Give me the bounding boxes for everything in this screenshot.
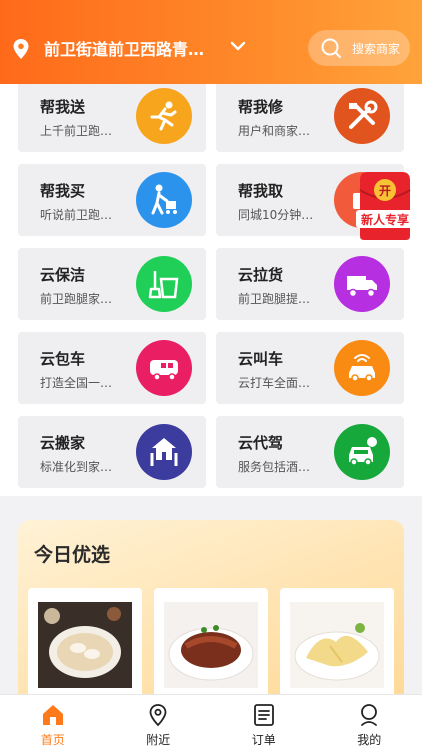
today-picks-section: 今日优选 <box>18 520 404 720</box>
tab-label: 订单 <box>251 733 276 747</box>
search-icon <box>321 38 341 58</box>
moving-house-icon <box>136 424 192 480</box>
service-title: 帮我取 <box>238 182 284 200</box>
service-card-yun-jiao-che[interactable]: 云叫车 云打车全面… <box>216 332 404 404</box>
service-card-bang-wo-song[interactable]: 帮我送 上千前卫跑… <box>18 80 206 152</box>
service-title: 帮我送 <box>40 98 86 116</box>
dumpling-soup-dish-icon <box>38 602 132 688</box>
service-title: 云拉货 <box>238 266 284 284</box>
service-card-yun-bao-jie[interactable]: 云保洁 前卫跑腿家… <box>18 248 206 320</box>
designated-driver-icon <box>334 424 390 480</box>
service-title: 帮我买 <box>40 182 86 200</box>
service-subtitle: 前卫跑腿家… <box>40 292 113 306</box>
service-card-yun-dai-jia[interactable]: 云代驾 服务包括酒… <box>216 416 404 488</box>
tab-home[interactable]: 首页 <box>0 695 106 750</box>
service-title: 云保洁 <box>40 266 86 284</box>
location-pin-icon <box>149 704 167 727</box>
tab-label: 附近 <box>146 733 171 747</box>
bus-icon <box>136 340 192 396</box>
bottom-tab-bar: 首页 附近 订单 我的 <box>0 694 422 750</box>
promo-open-text: 开 <box>379 184 391 198</box>
service-title: 云包车 <box>40 350 86 368</box>
home-icon <box>42 705 63 725</box>
service-title: 帮我修 <box>238 98 284 116</box>
truck-icon <box>334 256 390 312</box>
braised-pork-dish-icon <box>164 602 258 688</box>
service-subtitle: 用户和商家… <box>238 124 311 138</box>
chevron-down-icon[interactable] <box>230 40 246 52</box>
service-card-yun-bao-che[interactable]: 云包车 打造全国一… <box>18 332 206 404</box>
order-list-icon <box>253 704 274 726</box>
service-title: 云代驾 <box>238 434 284 452</box>
service-card-bang-wo-xiu[interactable]: 帮我修 用户和商家… <box>216 80 404 152</box>
header-bar: 前卫街道前卫西路青… 搜索商家 <box>0 0 422 84</box>
section-title: 今日优选 <box>34 544 111 566</box>
profile-icon <box>361 704 378 726</box>
tab-nearby[interactable]: 附近 <box>106 695 212 750</box>
service-card-bang-wo-mai[interactable]: 帮我买 听说前卫跑… <box>18 164 206 236</box>
current-location[interactable]: 前卫街道前卫西路青… <box>44 36 224 60</box>
service-subtitle: 前卫跑腿提… <box>238 292 311 306</box>
shopping-cart-icon <box>136 172 192 228</box>
pick-card[interactable] <box>154 588 268 698</box>
runner-icon <box>136 88 192 144</box>
new-user-promo-badge[interactable]: 开 新人专享 <box>356 170 414 242</box>
search-box[interactable]: 搜索商家 <box>308 30 410 66</box>
pick-card[interactable] <box>280 588 394 698</box>
chicken-dish-icon <box>290 602 384 688</box>
search-placeholder: 搜索商家 <box>352 41 401 56</box>
service-subtitle: 标准化到家… <box>40 460 113 474</box>
promo-label: 新人专享 <box>361 212 409 227</box>
service-card-yun-la-huo[interactable]: 云拉货 前卫跑腿提… <box>216 248 404 320</box>
tab-profile[interactable]: 我的 <box>317 695 422 750</box>
service-title: 云叫车 <box>238 350 284 368</box>
service-subtitle: 云打车全面… <box>238 376 311 390</box>
service-subtitle: 服务包括酒… <box>238 460 311 474</box>
service-subtitle: 打造全国一… <box>40 376 113 390</box>
service-subtitle: 同城10分钟… <box>238 208 314 222</box>
repair-tools-icon <box>334 88 390 144</box>
service-subtitle: 听说前卫跑… <box>40 208 113 222</box>
cleaning-bucket-icon <box>136 256 192 312</box>
taxi-icon <box>334 340 390 396</box>
tab-orders[interactable]: 订单 <box>211 695 317 750</box>
pick-card[interactable] <box>28 588 142 698</box>
service-title: 云搬家 <box>40 434 86 452</box>
location-pin-icon[interactable] <box>12 38 30 60</box>
service-card-yun-ban-jia[interactable]: 云搬家 标准化到家… <box>18 416 206 488</box>
tab-label: 我的 <box>357 733 382 747</box>
service-subtitle: 上千前卫跑… <box>40 124 113 138</box>
tab-label: 首页 <box>40 733 65 747</box>
